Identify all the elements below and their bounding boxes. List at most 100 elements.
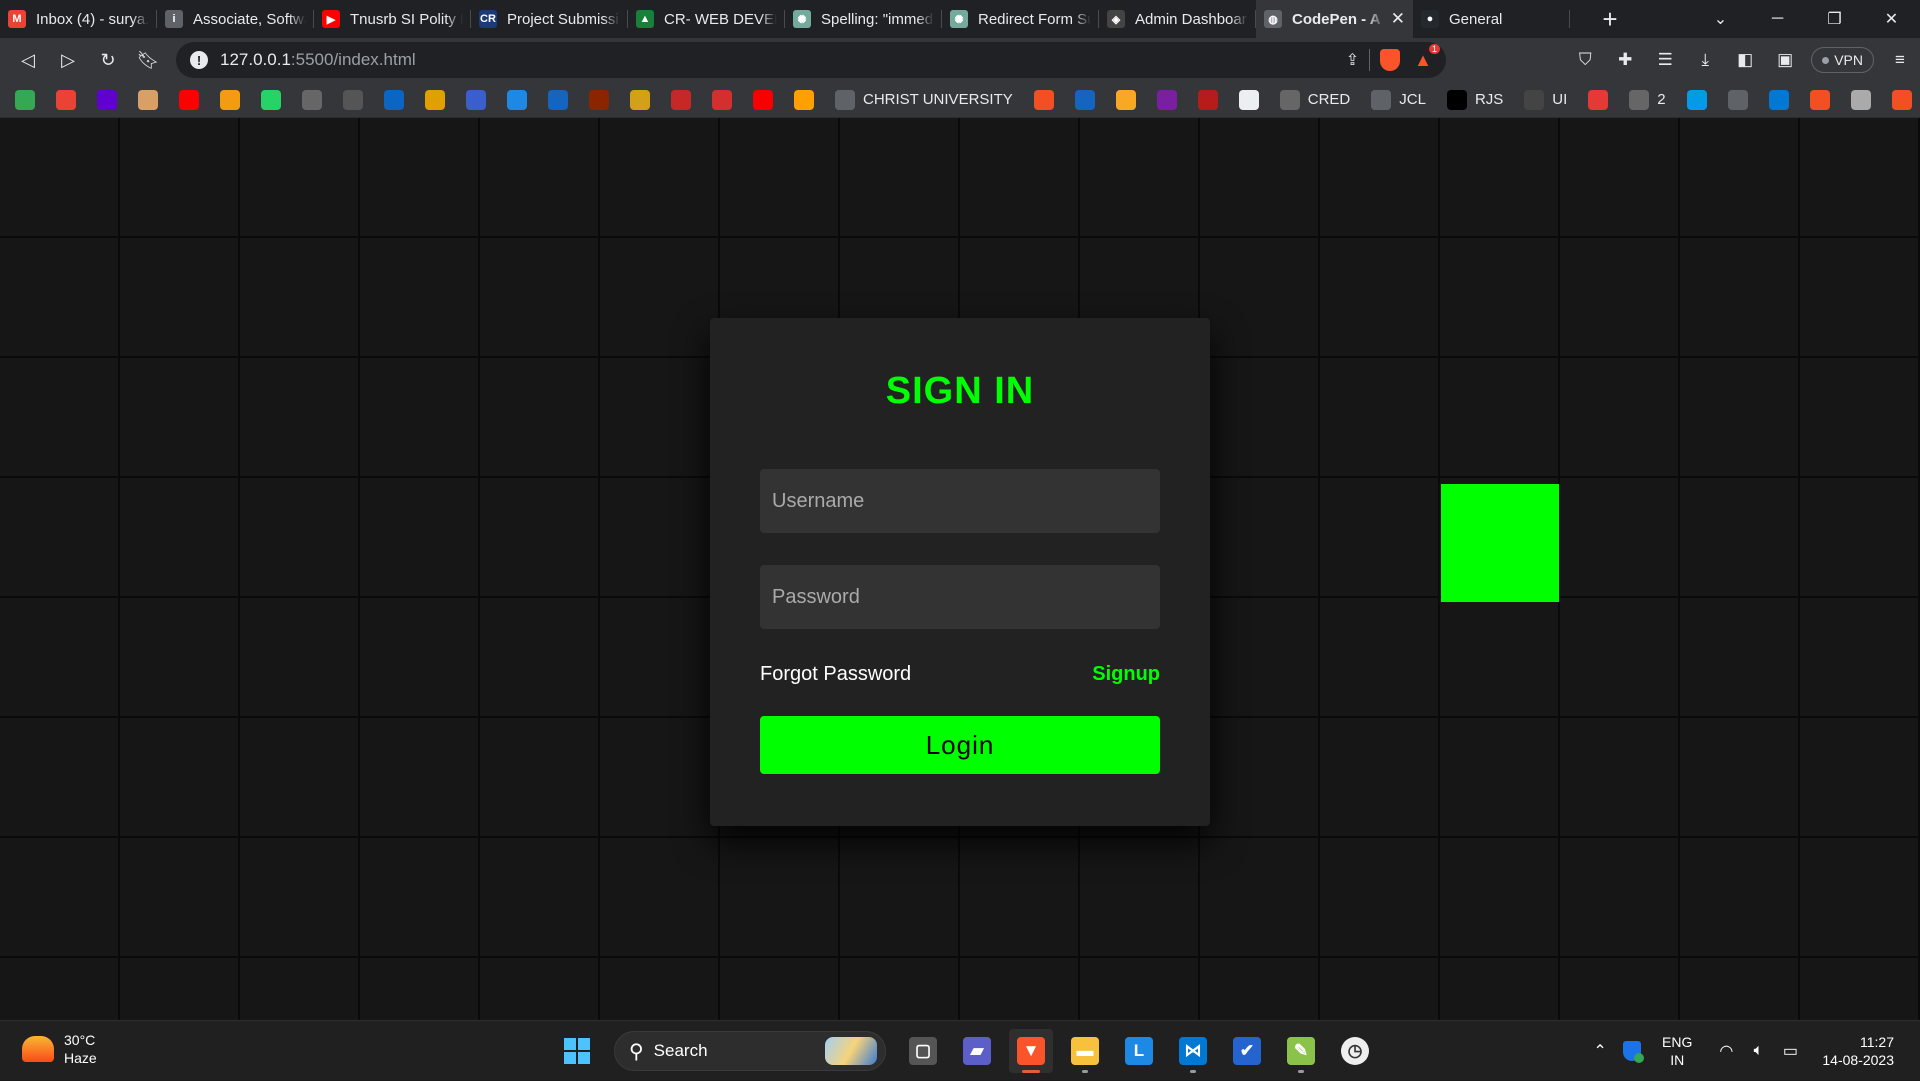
brave-rewards-icon[interactable]: ▲ 1 xyxy=(1414,43,1440,71)
bookmark-item[interactable] xyxy=(220,86,240,114)
gold-seal-icon xyxy=(630,89,650,110)
taskbar-app[interactable]: ▰ xyxy=(955,1029,999,1073)
login-button[interactable]: Login xyxy=(760,716,1160,774)
taskbar-app[interactable]: L xyxy=(1117,1029,1161,1073)
bookmark-item[interactable] xyxy=(507,86,527,114)
bookmark-item[interactable]: CRED xyxy=(1279,86,1350,114)
weather-widget[interactable]: 30°C Haze xyxy=(22,1031,97,1067)
shield-extension-icon[interactable]: ⛉ xyxy=(1565,38,1605,82)
clock[interactable]: 11:27 14-08-2023 xyxy=(1822,1033,1894,1069)
wallet-icon[interactable]: ▣ xyxy=(1765,38,1805,82)
bookmark-item[interactable] xyxy=(1727,86,1748,114)
bookmark-item[interactable] xyxy=(97,86,117,114)
bookmark-item[interactable] xyxy=(1768,86,1789,114)
new-tab-button[interactable]: + xyxy=(1586,0,1634,38)
browser-tab[interactable]: ▶ Tnusrb SI Polity P xyxy=(314,0,471,38)
volume-icon[interactable]: 🔈︎ xyxy=(1742,1042,1774,1060)
username-input[interactable]: Username xyxy=(760,469,1160,533)
forgot-password-link[interactable]: Forgot Password xyxy=(760,663,911,686)
taskbar-app[interactable]: ▼ xyxy=(1009,1029,1053,1073)
bookmark-item[interactable] xyxy=(1891,86,1912,114)
playlist-icon[interactable]: ☰ xyxy=(1645,38,1685,82)
site-info-icon[interactable]: ! xyxy=(190,51,208,69)
minimize-icon[interactable]: ─ xyxy=(1749,0,1806,38)
bookmark-item[interactable] xyxy=(179,86,199,114)
chevron-up-icon[interactable]: ⌃ xyxy=(1584,1041,1616,1061)
bookmark-item[interactable] xyxy=(589,86,609,114)
bookmark-item[interactable] xyxy=(1115,86,1136,114)
bookmark-item[interactable]: UI xyxy=(1524,86,1567,114)
bookmark-item[interactable] xyxy=(548,86,568,114)
back-button[interactable]: ◁ xyxy=(8,40,48,80)
bookmark-item[interactable]: JCL xyxy=(1371,86,1426,114)
bookmark-button[interactable]: 🔖︎ xyxy=(128,40,168,80)
bookmark-item[interactable]: CHRIST UNIVERSITY xyxy=(835,86,1013,114)
taskbar-app[interactable]: ✔ xyxy=(1225,1029,1269,1073)
bookmark-item[interactable] xyxy=(302,86,322,114)
bookmark-item[interactable] xyxy=(1156,86,1177,114)
bookmark-item[interactable] xyxy=(753,86,773,114)
bookmark-item[interactable] xyxy=(794,86,814,114)
notification-badge: 1 xyxy=(1428,43,1440,54)
bookmark-item[interactable] xyxy=(466,86,486,114)
bookmark-item[interactable] xyxy=(1033,86,1054,114)
taskbar-app[interactable]: ▬ xyxy=(1063,1029,1107,1073)
battery-icon[interactable]: ▭ xyxy=(1774,1041,1806,1061)
bookmark-item[interactable]: RJS xyxy=(1446,86,1503,114)
taskbar-app[interactable]: ✎ xyxy=(1279,1029,1323,1073)
reload-button[interactable]: ↻ xyxy=(88,40,128,80)
bookmark-item[interactable] xyxy=(261,86,281,114)
bookmark-item[interactable] xyxy=(138,86,158,114)
clock-date: 14-08-2023 xyxy=(1822,1052,1894,1068)
restore-icon[interactable]: ❐ xyxy=(1806,0,1863,38)
bookmark-item[interactable]: 2 xyxy=(1629,86,1666,114)
bookmark-item[interactable] xyxy=(1238,86,1259,114)
close-tab-icon[interactable]: ✕ xyxy=(1391,9,1405,29)
bookmark-item[interactable] xyxy=(343,86,363,114)
signup-link[interactable]: Signup xyxy=(1092,663,1160,686)
vpn-button[interactable]: VPN xyxy=(1811,47,1874,73)
sidebar-icon[interactable]: ◧ xyxy=(1725,38,1765,82)
browser-tab[interactable]: ▲ CR- WEB DEVELC xyxy=(628,0,785,38)
extensions-icon[interactable]: ✚ xyxy=(1605,38,1645,82)
bookmark-item[interactable] xyxy=(425,86,445,114)
bookmark-item[interactable] xyxy=(56,86,76,114)
bookmark-item[interactable] xyxy=(1197,86,1218,114)
download-icon[interactable]: ⤓ xyxy=(1685,38,1725,82)
browser-tab[interactable]: ● General xyxy=(1413,0,1570,38)
browser-tab[interactable]: i Associate, Softwa xyxy=(157,0,314,38)
browser-tab[interactable]: ◍ CodePen - A ✕ xyxy=(1256,0,1413,38)
bookmark-item[interactable] xyxy=(1686,86,1707,114)
menu-icon[interactable]: ≡ xyxy=(1880,38,1920,82)
browser-tab[interactable]: CR Project Submissic xyxy=(471,0,628,38)
wifi-icon[interactable]: ◠ xyxy=(1710,1041,1742,1061)
brave-shield-icon[interactable] xyxy=(1380,49,1401,71)
browser-tab[interactable]: ✺ Spelling: "immed xyxy=(785,0,942,38)
address-bar[interactable]: ! 127.0.0.1:5500/index.html ⇪ ▲ 1 xyxy=(176,42,1446,78)
share-icon[interactable]: ⇪ xyxy=(1346,50,1359,70)
tab-search-icon[interactable]: ⌄ xyxy=(1692,0,1749,38)
bookmark-item[interactable] xyxy=(671,86,691,114)
bookmark-item[interactable] xyxy=(712,86,732,114)
defender-icon[interactable] xyxy=(1616,1041,1648,1063)
movie-icon xyxy=(589,89,609,110)
bookmark-item[interactable] xyxy=(630,86,650,114)
browser-tab[interactable]: ✺ Redirect Form Su xyxy=(942,0,1099,38)
close-window-icon[interactable]: ✕ xyxy=(1863,0,1920,38)
bookmark-item[interactable] xyxy=(1850,86,1871,114)
password-input[interactable]: Password xyxy=(760,565,1160,629)
browser-tab[interactable]: M Inbox (4) - surya. xyxy=(0,0,157,38)
bookmark-item[interactable] xyxy=(15,86,35,114)
taskbar-app[interactable]: ⋈ xyxy=(1171,1029,1215,1073)
browser-tab[interactable]: ◈ Admin Dashboar xyxy=(1099,0,1256,38)
taskbar-search[interactable]: ⚲ Search xyxy=(614,1031,886,1071)
start-button[interactable] xyxy=(555,1029,599,1073)
taskbar-app[interactable]: ◷ xyxy=(1333,1029,1377,1073)
taskbar-app[interactable]: ▢ xyxy=(901,1029,945,1073)
forward-button[interactable]: ▷ xyxy=(48,40,88,80)
bookmark-item[interactable] xyxy=(1809,86,1830,114)
bookmark-item[interactable] xyxy=(1588,86,1609,114)
bookmark-item[interactable] xyxy=(384,86,404,114)
language-indicator[interactable]: ENG IN xyxy=(1662,1033,1692,1069)
bookmark-item[interactable] xyxy=(1074,86,1095,114)
